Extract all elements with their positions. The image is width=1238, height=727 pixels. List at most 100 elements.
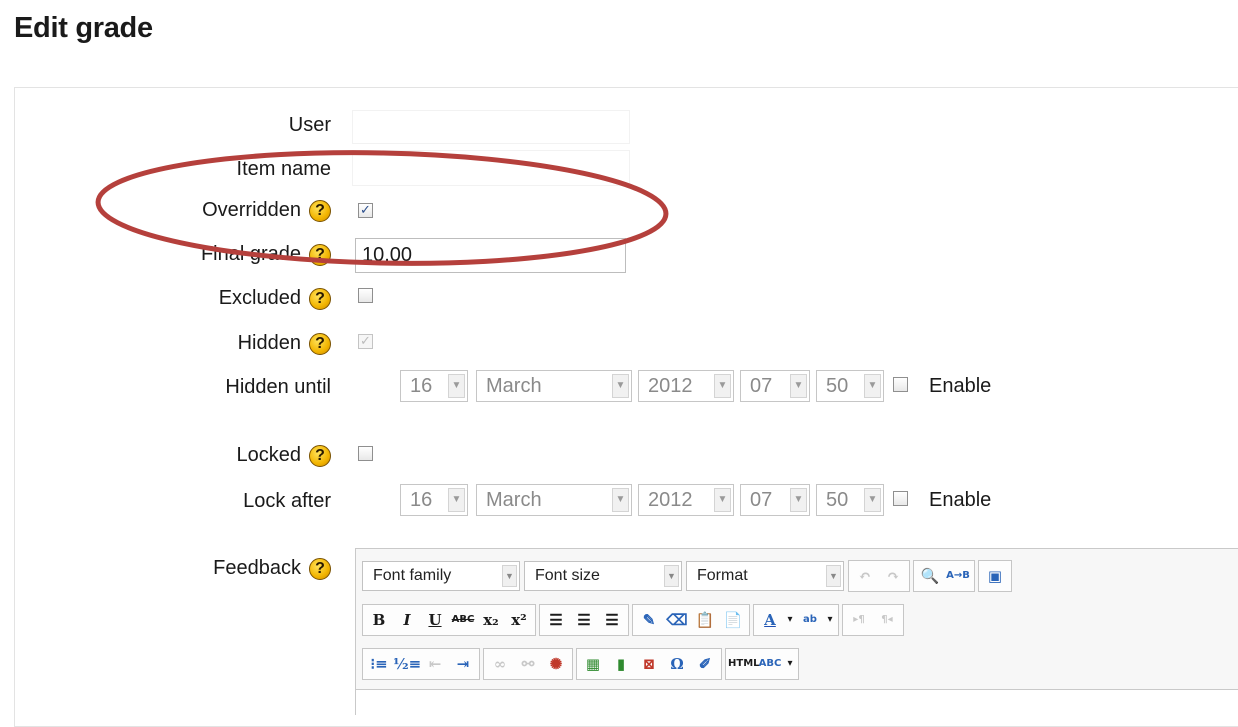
redo-icon[interactable]: ↷ — [879, 563, 907, 589]
bold-icon[interactable]: B — [365, 607, 393, 633]
help-icon[interactable]: ? — [309, 332, 331, 355]
outdent-icon[interactable]: ⇤ — [421, 651, 449, 677]
hidden-label-text: Hidden — [237, 332, 301, 354]
unlink-icon[interactable]: ⚯ — [514, 651, 542, 677]
select-value: 16 — [410, 489, 433, 511]
user-label-text: User — [288, 114, 331, 136]
link-icon[interactable]: ∞ — [486, 651, 514, 677]
strikethrough-icon[interactable]: ABC — [449, 607, 477, 633]
locked-label-text: Locked — [236, 444, 302, 466]
overridden-checkbox[interactable]: ✓ — [358, 203, 373, 218]
help-icon[interactable]: ? — [309, 287, 331, 310]
chevron-down-icon: ▼ — [714, 374, 731, 398]
hidden-until-label-text: Hidden until — [225, 376, 331, 398]
select-value: 50 — [826, 489, 849, 511]
align-right-icon[interactable]: ☰ — [598, 607, 626, 633]
superscript-icon[interactable]: x² — [505, 607, 533, 633]
clipboard-group: ✎ ⌫ 📋 📄 — [632, 604, 750, 636]
excluded-checkbox[interactable] — [358, 288, 373, 303]
link-group: ∞ ⚯ ✺ — [483, 648, 573, 680]
overridden-label: Overridden ? — [202, 199, 331, 222]
hidden-until-day-select[interactable]: 16 ▼ — [400, 370, 468, 402]
rtl-icon[interactable]: ¶◂ — [873, 607, 901, 633]
background-color-icon[interactable]: ab — [796, 607, 824, 633]
help-icon[interactable]: ? — [309, 243, 331, 266]
italic-icon[interactable]: I — [393, 607, 421, 633]
lock-after-month-select[interactable]: March ▼ — [476, 484, 632, 516]
help-icon[interactable]: ? — [309, 557, 331, 580]
final-grade-input[interactable]: 10.00 — [355, 238, 626, 273]
align-center-icon[interactable]: ☰ — [570, 607, 598, 633]
help-icon[interactable]: ? — [309, 444, 331, 467]
undo-icon[interactable]: ↶ — [851, 563, 879, 589]
find-icon[interactable]: 🔍 — [916, 563, 944, 589]
chevron-down-icon[interactable]: ▾ — [784, 651, 796, 677]
select-value: 07 — [750, 489, 773, 511]
format-select[interactable]: Format ▼ — [686, 561, 844, 591]
locked-checkbox[interactable] — [358, 446, 373, 461]
lock-after-minute-select[interactable]: 50 ▼ — [816, 484, 884, 516]
special-char-icon[interactable]: Ω — [663, 651, 691, 677]
anchor-icon[interactable]: ✺ — [542, 651, 570, 677]
chevron-down-icon[interactable]: ▾ — [824, 607, 836, 633]
spellcheck-icon[interactable]: ABC — [756, 651, 784, 677]
eraser-icon[interactable]: ⌫ — [663, 607, 691, 633]
feedback-editor: Font family ▼ Font size ▼ Format ▼ ↶ ↷ 🔍 A→… — [355, 548, 1238, 716]
select-value: March — [486, 489, 542, 511]
chevron-down-icon[interactable]: ▾ — [784, 607, 796, 633]
hidden-until-enable-label: Enable — [929, 375, 992, 397]
numbered-list-icon[interactable]: ½≡ — [393, 651, 421, 677]
align-left-icon[interactable]: ☰ — [542, 607, 570, 633]
media-icon[interactable]: ▮ — [607, 651, 635, 677]
underline-icon[interactable]: U — [421, 607, 449, 633]
fullscreen-group: ▣ — [978, 560, 1012, 592]
direction-group: ▸¶ ¶◂ — [842, 604, 904, 636]
feedback-label: Feedback ? — [213, 557, 331, 580]
feedback-text-area[interactable] — [356, 689, 1238, 716]
subscript-icon[interactable]: x₂ — [477, 607, 505, 633]
bullet-list-icon[interactable]: ⁝≡ — [365, 651, 393, 677]
final-grade-label-text: Final grade — [200, 243, 301, 265]
text-color-icon[interactable]: A — [756, 607, 784, 633]
help-icon[interactable]: ? — [309, 199, 331, 222]
replace-icon[interactable]: A→B — [944, 563, 972, 589]
hidden-until-year-select[interactable]: 2012 ▼ — [638, 370, 734, 402]
font-size-select[interactable]: Font size ▼ — [524, 561, 682, 591]
hidden-checkbox[interactable]: ✓ — [358, 334, 373, 349]
ltr-icon[interactable]: ▸¶ — [845, 607, 873, 633]
hidden-until-minute-select[interactable]: 50 ▼ — [816, 370, 884, 402]
text-style-group: B I U ABC x₂ x² — [362, 604, 536, 636]
paste-text-icon[interactable]: 📋 — [691, 607, 719, 633]
lock-after-year-select[interactable]: 2012 ▼ — [638, 484, 734, 516]
hidden-until-label: Hidden until — [225, 376, 331, 399]
edit-table-icon[interactable]: ✐ — [691, 651, 719, 677]
chevron-down-icon: ▼ — [502, 565, 517, 587]
lock-after-enable-label: Enable — [929, 489, 992, 511]
indent-icon[interactable]: ⇥ — [449, 651, 477, 677]
select-value: 16 — [410, 375, 433, 397]
user-label: User — [289, 114, 331, 137]
html-source-button[interactable]: HTML — [728, 651, 760, 677]
cleanup-icon[interactable]: ✎ — [635, 607, 663, 633]
insert-group: ▦ ▮ ⊠ Ω ✐ — [576, 648, 722, 680]
select-value: 2012 — [648, 489, 693, 511]
user-value — [352, 110, 630, 144]
lock-after-day-select[interactable]: 16 ▼ — [400, 484, 468, 516]
font-family-select[interactable]: Font family ▼ — [362, 561, 520, 591]
editor-toolbar-row-3: ⁝≡ ½≡ ⇤ ⇥ ∞ ⚯ ✺ ▦ ▮ ⊠ Ω ✐ HTML ABC ▾ — [362, 647, 802, 681]
hidden-until-month-select[interactable]: March ▼ — [476, 370, 632, 402]
image-icon[interactable]: ▦ — [579, 651, 607, 677]
chevron-down-icon: ▼ — [448, 488, 465, 512]
chevron-down-icon: ▼ — [664, 565, 679, 587]
list-group: ⁝≡ ½≡ ⇤ ⇥ — [362, 648, 480, 680]
lock-after-enable-checkbox[interactable] — [893, 491, 908, 506]
hidden-until-hour-select[interactable]: 07 ▼ — [740, 370, 810, 402]
chevron-down-icon: ▼ — [612, 374, 629, 398]
hidden-until-enable-checkbox[interactable] — [893, 377, 908, 392]
lock-after-hour-select[interactable]: 07 ▼ — [740, 484, 810, 516]
nolink-icon[interactable]: ⊠ — [635, 651, 663, 677]
fullscreen-icon[interactable]: ▣ — [981, 563, 1009, 589]
feedback-label-text: Feedback — [213, 557, 301, 579]
select-value: 50 — [826, 375, 849, 397]
paste-word-icon[interactable]: 📄 — [719, 607, 747, 633]
